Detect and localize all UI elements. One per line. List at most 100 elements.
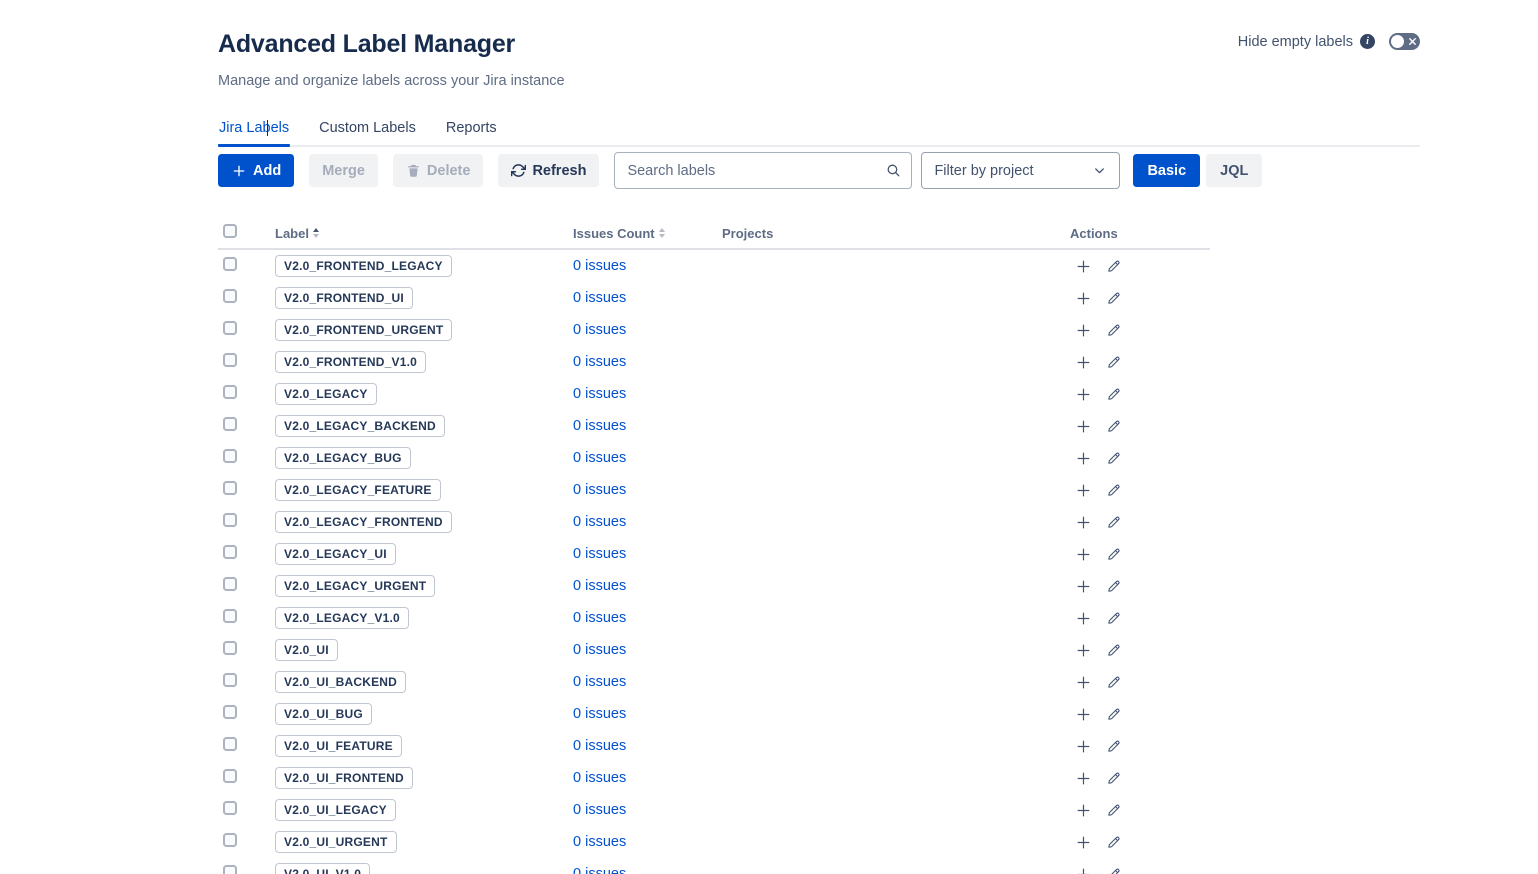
row-checkbox[interactable] <box>223 865 237 874</box>
label-chip[interactable]: V2.0_LEGACY_V1.0 <box>275 607 409 629</box>
row-checkbox[interactable] <box>223 353 237 367</box>
refresh-button[interactable]: Refresh <box>498 154 599 187</box>
basic-mode-button[interactable]: Basic <box>1133 154 1200 187</box>
label-chip[interactable]: V2.0_UI_FRONTEND <box>275 767 413 789</box>
edit-label-button[interactable] <box>1105 737 1123 755</box>
label-chip[interactable]: V2.0_UI_BUG <box>275 703 372 725</box>
label-chip[interactable]: V2.0_LEGACY_FRONTEND <box>275 511 452 533</box>
edit-label-button[interactable] <box>1105 705 1123 723</box>
row-checkbox[interactable] <box>223 417 237 431</box>
issues-count-link[interactable]: 0 issues <box>573 578 626 594</box>
add-to-label-button[interactable] <box>1074 737 1092 755</box>
issues-count-link[interactable]: 0 issues <box>573 386 626 402</box>
label-chip[interactable]: V2.0_FRONTEND_V1.0 <box>275 351 426 373</box>
column-header-label[interactable]: Label <box>275 226 573 241</box>
label-chip[interactable]: V2.0_UI_BACKEND <box>275 671 406 693</box>
edit-label-button[interactable] <box>1105 481 1123 499</box>
issues-count-link[interactable]: 0 issues <box>573 674 626 690</box>
label-chip[interactable]: V2.0_LEGACY_URGENT <box>275 575 435 597</box>
row-checkbox[interactable] <box>223 321 237 335</box>
project-filter-select[interactable]: Filter by project <box>921 152 1120 189</box>
info-icon[interactable]: i <box>1360 34 1375 49</box>
issues-count-link[interactable]: 0 issues <box>573 802 626 818</box>
edit-label-button[interactable] <box>1105 321 1123 339</box>
add-to-label-button[interactable] <box>1074 353 1092 371</box>
add-to-label-button[interactable] <box>1074 801 1092 819</box>
tab-jira-labels[interactable]: Jira Labels <box>218 120 290 145</box>
issues-count-link[interactable]: 0 issues <box>573 834 626 850</box>
issues-count-link[interactable]: 0 issues <box>573 482 626 498</box>
search-input[interactable] <box>614 152 912 189</box>
issues-count-link[interactable]: 0 issues <box>573 418 626 434</box>
edit-label-button[interactable] <box>1105 801 1123 819</box>
row-checkbox[interactable] <box>223 385 237 399</box>
add-to-label-button[interactable] <box>1074 481 1092 499</box>
issues-count-link[interactable]: 0 issues <box>573 738 626 754</box>
edit-label-button[interactable] <box>1105 385 1123 403</box>
label-chip[interactable]: V2.0_LEGACY_UI <box>275 543 396 565</box>
edit-label-button[interactable] <box>1105 353 1123 371</box>
add-to-label-button[interactable] <box>1074 513 1092 531</box>
edit-label-button[interactable] <box>1105 865 1123 874</box>
add-button[interactable]: Add <box>218 154 294 187</box>
edit-label-button[interactable] <box>1105 609 1123 627</box>
row-checkbox[interactable] <box>223 769 237 783</box>
label-chip[interactable]: V2.0_FRONTEND_URGENT <box>275 319 452 341</box>
edit-label-button[interactable] <box>1105 673 1123 691</box>
issues-count-link[interactable]: 0 issues <box>573 290 626 306</box>
issues-count-link[interactable]: 0 issues <box>573 258 626 274</box>
label-chip[interactable]: V2.0_UI_LEGACY <box>275 799 396 821</box>
row-checkbox[interactable] <box>223 577 237 591</box>
add-to-label-button[interactable] <box>1074 769 1092 787</box>
row-checkbox[interactable] <box>223 609 237 623</box>
label-chip[interactable]: V2.0_LEGACY_FEATURE <box>275 479 441 501</box>
label-chip[interactable]: V2.0_LEGACY <box>275 383 377 405</box>
issues-count-link[interactable]: 0 issues <box>573 354 626 370</box>
edit-label-button[interactable] <box>1105 833 1123 851</box>
add-to-label-button[interactable] <box>1074 449 1092 467</box>
add-to-label-button[interactable] <box>1074 641 1092 659</box>
jql-mode-button[interactable]: JQL <box>1206 154 1262 187</box>
row-checkbox[interactable] <box>223 833 237 847</box>
issues-count-link[interactable]: 0 issues <box>573 450 626 466</box>
issues-count-link[interactable]: 0 issues <box>573 706 626 722</box>
row-checkbox[interactable] <box>223 289 237 303</box>
label-chip[interactable]: V2.0_LEGACY_BACKEND <box>275 415 445 437</box>
add-to-label-button[interactable] <box>1074 833 1092 851</box>
row-checkbox[interactable] <box>223 545 237 559</box>
column-header-issues[interactable]: Issues Count <box>573 226 722 241</box>
add-to-label-button[interactable] <box>1074 417 1092 435</box>
edit-label-button[interactable] <box>1105 513 1123 531</box>
add-to-label-button[interactable] <box>1074 609 1092 627</box>
label-chip[interactable]: V2.0_UI_URGENT <box>275 831 397 853</box>
add-to-label-button[interactable] <box>1074 865 1092 874</box>
issues-count-link[interactable]: 0 issues <box>573 322 626 338</box>
edit-label-button[interactable] <box>1105 769 1123 787</box>
row-checkbox[interactable] <box>223 673 237 687</box>
issues-count-link[interactable]: 0 issues <box>573 546 626 562</box>
row-checkbox[interactable] <box>223 641 237 655</box>
merge-button[interactable]: Merge <box>309 154 378 187</box>
label-chip[interactable]: V2.0_FRONTEND_UI <box>275 287 413 309</box>
delete-button[interactable]: Delete <box>393 154 484 187</box>
label-chip[interactable]: V2.0_UI_FEATURE <box>275 735 402 757</box>
row-checkbox[interactable] <box>223 513 237 527</box>
label-chip[interactable]: V2.0_UI <box>275 639 338 661</box>
add-to-label-button[interactable] <box>1074 705 1092 723</box>
edit-label-button[interactable] <box>1105 417 1123 435</box>
row-checkbox[interactable] <box>223 449 237 463</box>
hide-empty-toggle[interactable] <box>1389 33 1420 50</box>
row-checkbox[interactable] <box>223 257 237 271</box>
issues-count-link[interactable]: 0 issues <box>573 770 626 786</box>
edit-label-button[interactable] <box>1105 289 1123 307</box>
add-to-label-button[interactable] <box>1074 289 1092 307</box>
edit-label-button[interactable] <box>1105 449 1123 467</box>
label-chip[interactable]: V2.0_FRONTEND_LEGACY <box>275 255 452 277</box>
tab-reports[interactable]: Reports <box>445 120 498 145</box>
add-to-label-button[interactable] <box>1074 545 1092 563</box>
issues-count-link[interactable]: 0 issues <box>573 642 626 658</box>
edit-label-button[interactable] <box>1105 545 1123 563</box>
add-to-label-button[interactable] <box>1074 673 1092 691</box>
edit-label-button[interactable] <box>1105 577 1123 595</box>
edit-label-button[interactable] <box>1105 641 1123 659</box>
